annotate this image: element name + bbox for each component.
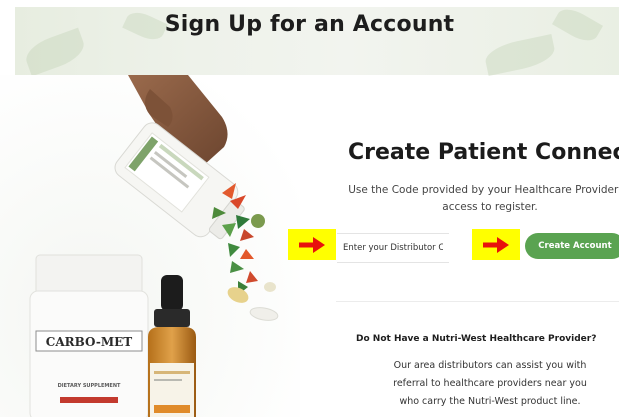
- info-line-1: Our area distributors can assist you wit…: [393, 360, 587, 371]
- distributor-code-input[interactable]: [337, 233, 449, 263]
- patient-connect-instructions: Use the Code provided by your Healthcare…: [340, 182, 619, 216]
- patient-connect-title: Create Patient Connect: [348, 140, 619, 165]
- info-line-3: who carry the Nutri-West product line.: [399, 396, 581, 407]
- page-title: Sign Up for an Account: [164, 12, 455, 37]
- instruction-line-1: Use the Code provided by your Healthcare…: [348, 184, 619, 196]
- highlight-arrow-button: [472, 229, 520, 260]
- info-line-2: referral to healthcare providers near yo…: [393, 378, 587, 389]
- hero-image: CARBO-MET DIETARY SUPPLEMENT: [0, 75, 300, 417]
- hero-illustration: CARBO-MET DIETARY SUPPLEMENT: [0, 75, 300, 417]
- arrow-right-icon: [483, 236, 509, 253]
- highlight-arrow-input: [288, 229, 336, 260]
- create-account-button[interactable]: Create Account: [525, 233, 619, 259]
- section-divider: [336, 301, 619, 302]
- arrow-right-icon: [299, 236, 325, 253]
- no-provider-title: Do Not Have a Nutri-West Healthcare Prov…: [356, 334, 597, 344]
- distributor-info-text: Our area distributors can assist you wit…: [340, 357, 619, 411]
- instruction-line-2: access to register.: [442, 201, 538, 213]
- bottle-brand-label: CARBO-MET: [46, 335, 133, 349]
- bottle-caption-label: DIETARY SUPPLEMENT: [58, 383, 121, 389]
